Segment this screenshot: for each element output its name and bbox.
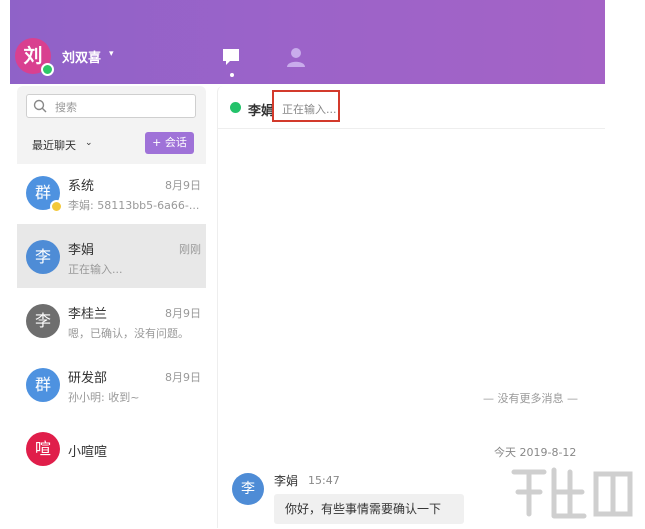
chevron-down-icon[interactable]: ⌄ [85, 138, 93, 148]
window-edge [0, 0, 10, 528]
highlight-annotation-box [272, 90, 340, 122]
recent-chats-filter[interactable]: 最近聊天 [32, 137, 76, 153]
chat-header-divider [217, 128, 605, 129]
conversation-time: 刚刚 [179, 243, 201, 256]
app-header [10, 0, 605, 84]
conversation-item[interactable]: 李 李桂兰 8月9日 嗯，已确认，没有问题。 [17, 288, 206, 352]
conversation-preview: 正在输入... [68, 263, 123, 276]
conversation-sidebar: 搜索 最近聊天 ⌄ + 会话 群 系统 8月9日 李娟: 58113bb5-6a… [17, 86, 206, 528]
conversation-item[interactable]: 群 研发部 8月9日 孙小明: 收到~ [17, 352, 206, 416]
conversation-time: 8月9日 [165, 179, 201, 192]
conversation-name: 研发部 [68, 371, 108, 386]
conversation-item[interactable]: 群 系统 8月9日 李娟: 58113bb5-6a66-... [17, 160, 206, 224]
watermark-logo [508, 462, 643, 526]
search-placeholder: 搜索 [55, 101, 77, 114]
conversation-time: 8月9日 [165, 307, 201, 320]
conversation-name: 李娟 [68, 243, 95, 258]
user-name-menu[interactable]: 刘双喜 [62, 47, 101, 66]
no-more-messages-label: — 没有更多消息 — [483, 392, 578, 405]
sidebar-toolbar: 搜索 最近聊天 ⌄ + 会话 [17, 86, 206, 164]
date-divider: 今天 2019-8-12 [494, 446, 577, 459]
contact-avatar: 喧 [26, 432, 60, 466]
message-sender-name: 李娟 [274, 474, 299, 488]
chat-bubble-icon[interactable] [221, 47, 241, 67]
conversation-preview: 李娟: 58113bb5-6a66-... [68, 199, 200, 212]
chevron-down-icon[interactable]: ▾ [109, 49, 114, 59]
contact-avatar: 李 [26, 240, 60, 274]
message-sender-avatar[interactable]: 李 [232, 473, 264, 505]
active-tab-indicator [230, 73, 234, 77]
conversation-preview: 孙小明: 收到~ [68, 391, 140, 404]
search-input[interactable]: 搜索 [26, 94, 196, 118]
new-conversation-button[interactable]: + 会话 [145, 132, 194, 154]
conversation-name: 李桂兰 [68, 307, 108, 322]
message-bubble[interactable]: 你好，有些事情需要确认一下 [274, 494, 464, 524]
contacts-person-icon[interactable] [285, 46, 307, 68]
search-icon [33, 99, 47, 113]
online-status-dot [230, 102, 241, 113]
conversation-preview: 嗯，已确认，没有问题。 [68, 327, 189, 340]
message-time: 15:47 [308, 474, 340, 487]
conversation-name: 小喧喧 [68, 445, 108, 460]
contact-avatar: 李 [26, 304, 60, 338]
conversation-name: 系统 [68, 179, 95, 194]
online-status-dot [41, 63, 54, 76]
chat-contact-name[interactable]: 李娟 [248, 100, 274, 119]
notification-badge [50, 200, 63, 213]
conversation-item[interactable]: 喧 小喧喧 [17, 416, 206, 480]
conversation-item-active[interactable]: 李 李娟 刚刚 正在输入... [17, 224, 206, 288]
group-avatar: 群 [26, 368, 60, 402]
conversation-time: 8月9日 [165, 371, 201, 384]
